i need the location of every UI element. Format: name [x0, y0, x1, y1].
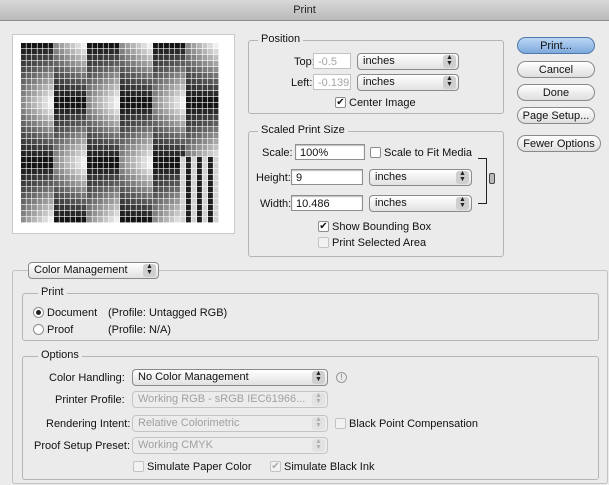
up-down-arrows-icon: ▲ ▼ [312, 392, 325, 406]
print-subgroup-title: Print [38, 286, 67, 298]
document-radio[interactable] [33, 307, 44, 318]
height-field[interactable]: 9 [291, 169, 363, 185]
width-unit-select[interactable]: inches ▲ ▼ [369, 195, 472, 212]
width-field[interactable]: 10.486 [291, 195, 363, 211]
simulate-black-label: Simulate Black Ink [284, 461, 375, 473]
cancel-button[interactable]: Cancel [517, 61, 595, 78]
info-icon[interactable]: ! [336, 372, 347, 383]
scale-to-fit-checkbox[interactable] [370, 147, 381, 158]
up-down-arrows-icon: ▲ ▼ [456, 196, 469, 210]
black-point-checkbox[interactable] [335, 418, 346, 429]
color-handling-label: Color Handling: [49, 372, 125, 384]
print-button[interactable]: Print... [517, 37, 595, 54]
done-button[interactable]: Done [517, 84, 595, 101]
print-selected-area-checkbox[interactable] [318, 237, 329, 248]
top-unit-select[interactable]: inches ▲ ▼ [357, 53, 459, 70]
print-dialog: Print Position Top: -0.5 inches ▲ ▼ Left:… [0, 0, 609, 485]
position-title: Position [258, 33, 304, 45]
rendering-intent-select[interactable]: Relative Colorimetric ▲ ▼ [132, 415, 328, 432]
preview-image [21, 43, 219, 223]
section-select[interactable]: Color Management ▲ ▼ [28, 262, 159, 279]
fewer-options-button[interactable]: Fewer Options [517, 135, 601, 152]
color-handling-select[interactable]: No Color Management ▲ ▼ [132, 369, 328, 386]
left-unit-select[interactable]: inches ▲ ▼ [357, 74, 459, 91]
proof-setup-label: Proof Setup Preset: [34, 440, 130, 452]
show-bounding-box-label: Show Bounding Box [332, 221, 432, 233]
height-label: Height: [256, 172, 291, 184]
simulate-paper-checkbox[interactable] [133, 461, 144, 472]
proof-label: Proof [47, 324, 74, 336]
scale-field[interactable]: 100% [295, 144, 365, 160]
height-unit-select[interactable]: inches ▲ ▼ [369, 169, 472, 186]
top-field[interactable]: -0.5 [313, 53, 351, 69]
up-down-arrows-icon: ▲ ▼ [312, 438, 325, 452]
chain-link-icon[interactable] [489, 173, 495, 184]
scaled-print-size-title: Scaled Print Size [258, 124, 348, 136]
printer-profile-value: Working RGB - sRGB IEC61966... [138, 393, 306, 405]
print-selected-area-label: Print Selected Area [332, 237, 427, 249]
rendering-intent-label: Rendering Intent: [46, 418, 131, 430]
left-unit-value: inches [363, 76, 395, 88]
checkmark-icon: ✔ [336, 97, 345, 108]
window-title: Print [0, 0, 609, 21]
scale-label: Scale: [262, 147, 293, 159]
document-label: Document [47, 307, 98, 319]
center-image-label: Center Image [349, 97, 416, 109]
up-down-arrows-icon: ▲ ▼ [143, 263, 156, 277]
proof-setup-value: Working CMYK [138, 439, 213, 451]
checkmark-icon: ✔ [271, 461, 280, 472]
document-profile: (Profile: Untagged RGB) [108, 307, 228, 319]
scale-to-fit-label: Scale to Fit Media [384, 147, 473, 159]
proof-setup-select[interactable]: Working CMYK ▲ ▼ [132, 437, 328, 454]
width-label: Width: [260, 198, 292, 210]
height-unit-value: inches [375, 171, 407, 183]
show-bounding-box-checkbox[interactable]: ✔ [318, 221, 329, 232]
up-down-arrows-icon: ▲ ▼ [443, 75, 456, 89]
color-handling-value: No Color Management [138, 371, 249, 383]
top-label: Top: [294, 56, 315, 68]
proof-radio[interactable] [33, 324, 44, 335]
left-label: Left: [291, 77, 313, 89]
print-preview [12, 34, 235, 234]
simulate-black-checkbox[interactable]: ✔ [270, 461, 281, 472]
black-point-label: Black Point Compensation [349, 418, 479, 430]
up-down-arrows-icon: ▲ ▼ [312, 370, 325, 384]
options-title: Options [38, 349, 82, 361]
section-select-value: Color Management [34, 264, 128, 276]
checkmark-icon: ✔ [319, 221, 328, 232]
proof-profile: (Profile: N/A) [108, 324, 171, 336]
up-down-arrows-icon: ▲ ▼ [443, 54, 456, 68]
simulate-paper-label: Simulate Paper Color [147, 461, 252, 473]
printer-profile-select[interactable]: Working RGB - sRGB IEC61966... ▲ ▼ [132, 391, 328, 408]
printer-profile-label: Printer Profile: [55, 394, 125, 406]
up-down-arrows-icon: ▲ ▼ [312, 416, 325, 430]
left-field[interactable]: -0.139 [313, 74, 351, 90]
aspect-link-bracket [478, 158, 487, 204]
page-setup-button[interactable]: Page Setup... [517, 107, 595, 124]
rendering-intent-value: Relative Colorimetric [138, 417, 240, 429]
up-down-arrows-icon: ▲ ▼ [456, 170, 469, 184]
top-unit-value: inches [363, 55, 395, 67]
center-image-checkbox[interactable]: ✔ [335, 97, 346, 108]
width-unit-value: inches [375, 197, 407, 209]
